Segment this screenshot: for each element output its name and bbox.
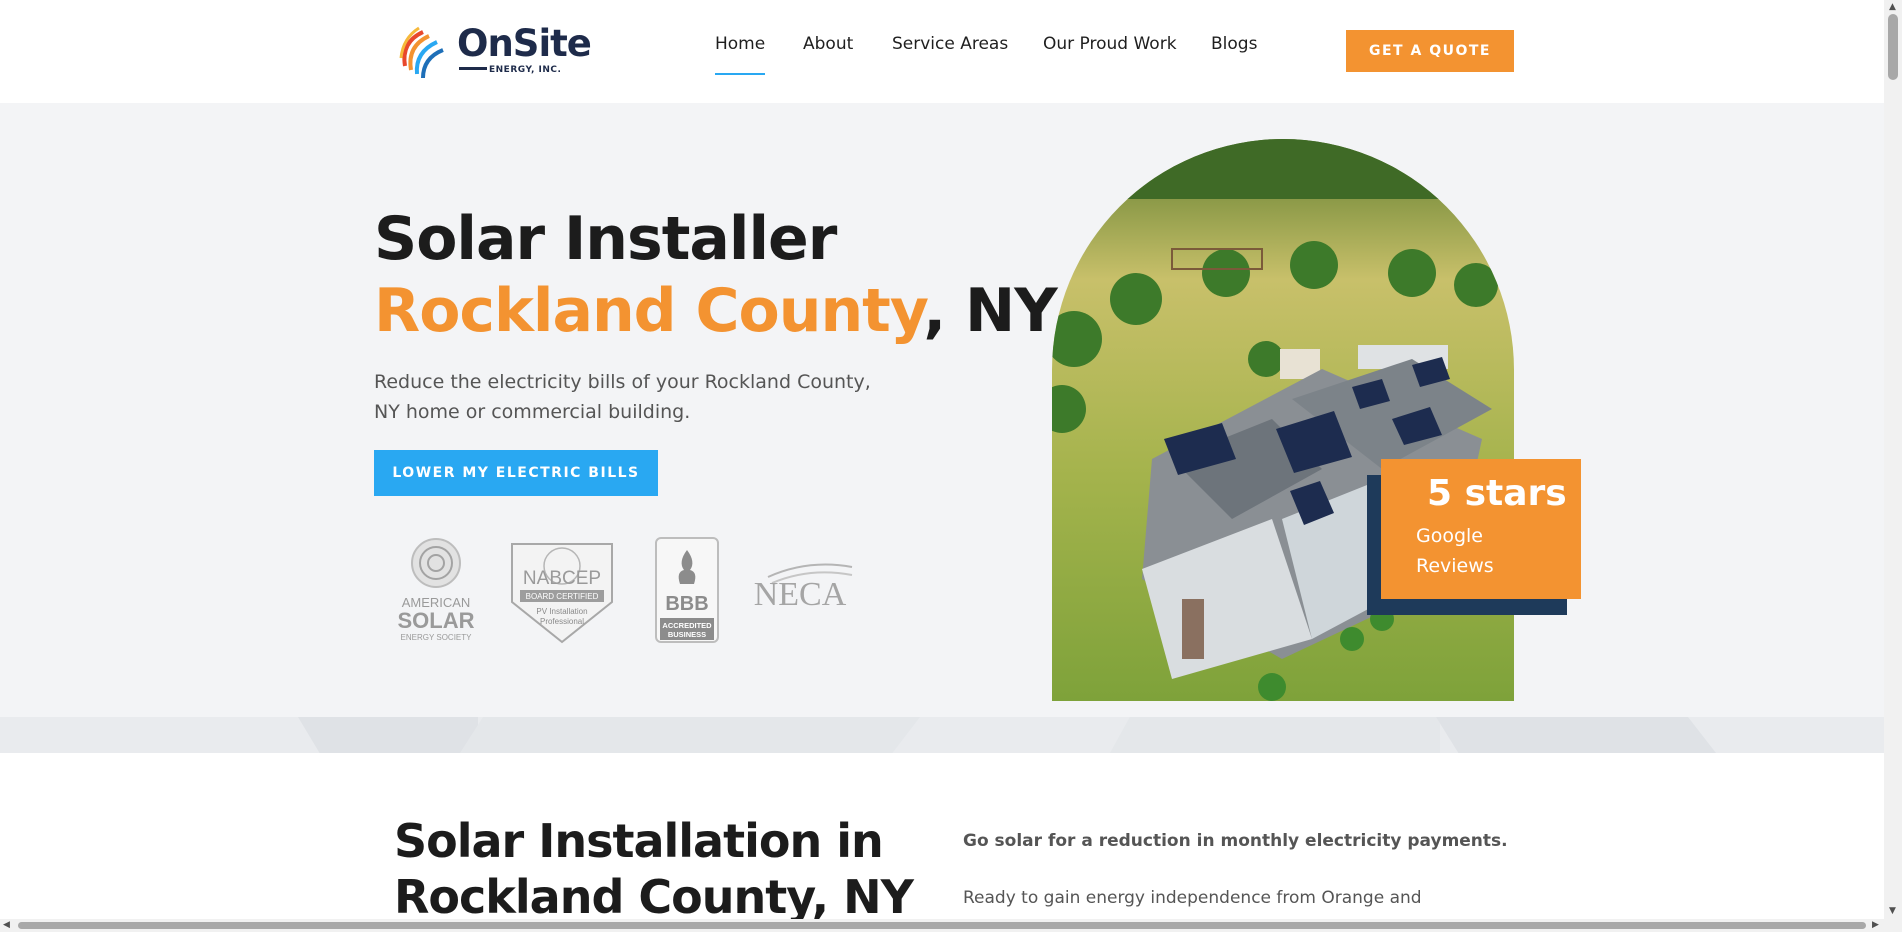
hero-title-line2: Rockland County, NY	[374, 275, 1058, 347]
hero-title: Solar Installer Rockland County, NY	[374, 203, 1058, 347]
horizontal-scrollbar[interactable]: ◀ ▶	[0, 919, 1884, 932]
band-shape	[1110, 717, 1440, 753]
nabcep-badge-icon: NABCEP BOARD CERTIFIED PV Installation P…	[511, 543, 613, 644]
scroll-left-arrow-icon[interactable]: ◀	[3, 920, 10, 930]
neca-badge-icon: NECA	[754, 563, 853, 613]
hero-section: Solar Installer Rockland County, NY Redu…	[0, 103, 1884, 753]
bbb-line1: BBB	[665, 593, 708, 615]
nabcep-line3: PV Installation	[536, 607, 587, 616]
band-shape	[1436, 717, 1716, 753]
scroll-down-arrow-icon[interactable]: ▼	[1889, 906, 1896, 916]
nav-our-proud-work[interactable]: Our Proud Work	[1043, 34, 1177, 54]
logo-wordmark: OnSite	[457, 22, 592, 65]
nav-about[interactable]: About	[803, 34, 853, 54]
section-lead: Go solar for a reduction in monthly elec…	[963, 831, 1508, 851]
horizontal-scroll-thumb[interactable]	[18, 922, 1866, 929]
hero-title-highlight: Rockland County	[374, 276, 924, 346]
vertical-scroll-thumb[interactable]	[1888, 14, 1898, 80]
logo-subtitle: ENERGY, INC.	[489, 65, 562, 75]
intro-section: Solar Installation in Rockland County, N…	[0, 753, 1884, 932]
logo-swirl-icon	[399, 26, 444, 79]
band-shape	[460, 717, 920, 753]
ases-line2: SOLAR	[398, 608, 475, 633]
onsite-logo[interactable]: OnSite ENERGY, INC.	[393, 20, 592, 82]
rating-title: 5 stars	[1427, 473, 1567, 514]
lower-my-electric-bills-button[interactable]: LOWER MY ELECTRIC BILLS	[374, 450, 658, 496]
get-a-quote-button[interactable]: GET A QUOTE	[1346, 30, 1514, 72]
nav-home[interactable]: Home	[715, 34, 766, 75]
ases-line3: ENERGY SOCIETY	[401, 633, 473, 642]
bbb-badge-icon: BBB ACCREDITED BUSINESS	[655, 537, 719, 643]
site-header: OnSite ENERGY, INC. Home About Service A…	[0, 0, 1884, 103]
nav-blogs[interactable]: Blogs	[1211, 34, 1257, 54]
nav-service-areas[interactable]: Service Areas	[892, 34, 1008, 54]
hero-title-line1: Solar Installer	[374, 204, 837, 274]
neca-text: NECA	[754, 576, 847, 613]
rating-subtitle: Google Reviews	[1416, 525, 1494, 577]
logo-underline	[459, 67, 487, 70]
nabcep-line2: BOARD CERTIFIED	[526, 592, 599, 601]
scroll-up-arrow-icon[interactable]: ▲	[1889, 2, 1896, 12]
section-title: Solar Installation in Rockland County, N…	[394, 814, 914, 924]
nabcep-line4: Professional	[540, 617, 584, 626]
ases-badge-icon: AMERICAN SOLAR ENERGY SOCIETY	[398, 538, 475, 642]
nabcep-line1: NABCEP	[523, 568, 601, 589]
scroll-right-arrow-icon[interactable]: ▶	[1872, 920, 1879, 930]
house-photo-image	[1052, 139, 1514, 701]
vertical-scrollbar[interactable]: ▲ ▼	[1884, 0, 1902, 932]
hero-title-suffix: , NY	[923, 276, 1057, 346]
bbb-line2: ACCREDITED	[662, 621, 712, 630]
hero-description: Reduce the electricity bills of your Roc…	[374, 371, 871, 423]
house-aerial-photo	[1052, 139, 1514, 701]
google-rating-card: 5 stars Google Reviews	[1381, 459, 1581, 599]
band-shape	[298, 717, 478, 753]
bbb-line3: BUSINESS	[668, 630, 706, 639]
